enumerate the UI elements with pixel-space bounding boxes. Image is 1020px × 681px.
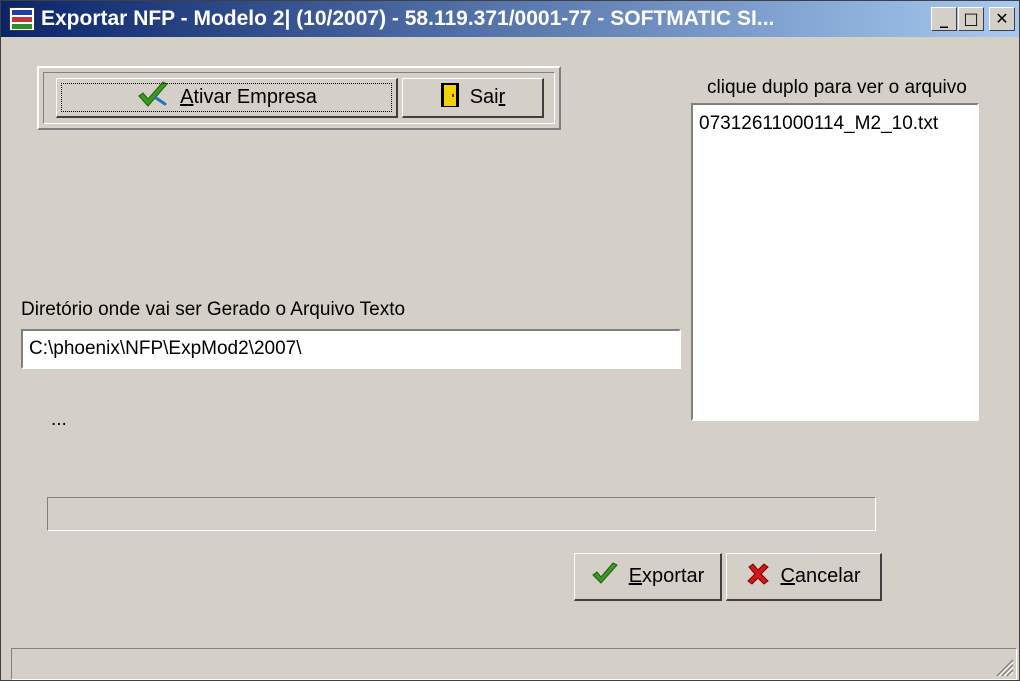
- status-text: ...: [51, 409, 67, 430]
- file-listbox[interactable]: 07312611000114_M2_10.txt: [691, 103, 979, 421]
- red-x-icon: [746, 562, 770, 592]
- minimize-button[interactable]: _: [931, 7, 957, 31]
- close-button[interactable]: ✕: [989, 7, 1015, 31]
- sair-label: Sair: [469, 86, 506, 108]
- exit-door-icon: [440, 82, 460, 114]
- cancelar-label: Cancelar: [780, 565, 861, 587]
- green-check-icon: [591, 561, 619, 592]
- file-list-hint: clique duplo para ver o arquivo: [707, 77, 967, 98]
- cancelar-button[interactable]: Cancelar: [726, 553, 882, 601]
- exportar-label: Exportar: [628, 565, 705, 587]
- sair-button[interactable]: Sair: [402, 78, 544, 118]
- status-bar: [11, 648, 1017, 680]
- title-bar[interactable]: Exportar NFP - Modelo 2| (10/2007) - 58.…: [1, 1, 1019, 37]
- top-button-group: Ativar Empresa Sair: [37, 66, 561, 130]
- resize-grip-icon[interactable]: [992, 655, 1014, 677]
- app-logo-icon[interactable]: [9, 7, 35, 31]
- list-item[interactable]: 07312611000114_M2_10.txt: [699, 113, 938, 135]
- ativar-empresa-button[interactable]: Ativar Empresa: [56, 78, 398, 118]
- window-title: Exportar NFP - Modelo 2| (10/2007) - 58.…: [41, 7, 775, 30]
- directory-input[interactable]: [21, 329, 681, 369]
- maximize-button[interactable]: □: [958, 7, 984, 31]
- export-nfp-window: Exportar NFP - Modelo 2| (10/2007) - 58.…: [0, 0, 1020, 681]
- exportar-button[interactable]: Exportar: [574, 553, 722, 601]
- progress-bar: [47, 497, 876, 531]
- directory-label: Diretório onde vai ser Gerado o Arquivo …: [21, 299, 406, 320]
